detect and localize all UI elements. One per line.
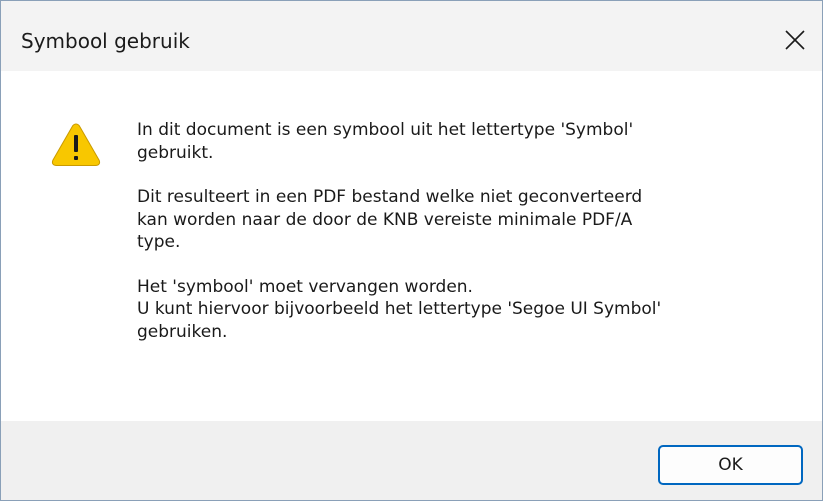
warning-icon bbox=[51, 123, 101, 166]
ok-button[interactable]: OK bbox=[658, 445, 803, 485]
button-bar: OK bbox=[1, 421, 822, 500]
message-paragraph: Dit resulteert in een PDF bestand welke … bbox=[137, 187, 643, 252]
message-paragraph: In dit document is een symbool uit het l… bbox=[137, 120, 634, 163]
title-bar: Symbool gebruik bbox=[1, 1, 822, 71]
message-paragraph: Het 'symbool' moet vervangen worden. U k… bbox=[137, 276, 662, 342]
dialog-content: In dit document is een symbool uit het l… bbox=[1, 71, 822, 421]
close-button[interactable] bbox=[770, 15, 822, 65]
window-title: Symbool gebruik bbox=[21, 29, 190, 53]
close-icon bbox=[785, 30, 805, 50]
message-text: In dit document is een symbool uit het l… bbox=[137, 119, 797, 365]
dialog-window: Symbool gebruik In dit document is een s… bbox=[0, 0, 823, 501]
